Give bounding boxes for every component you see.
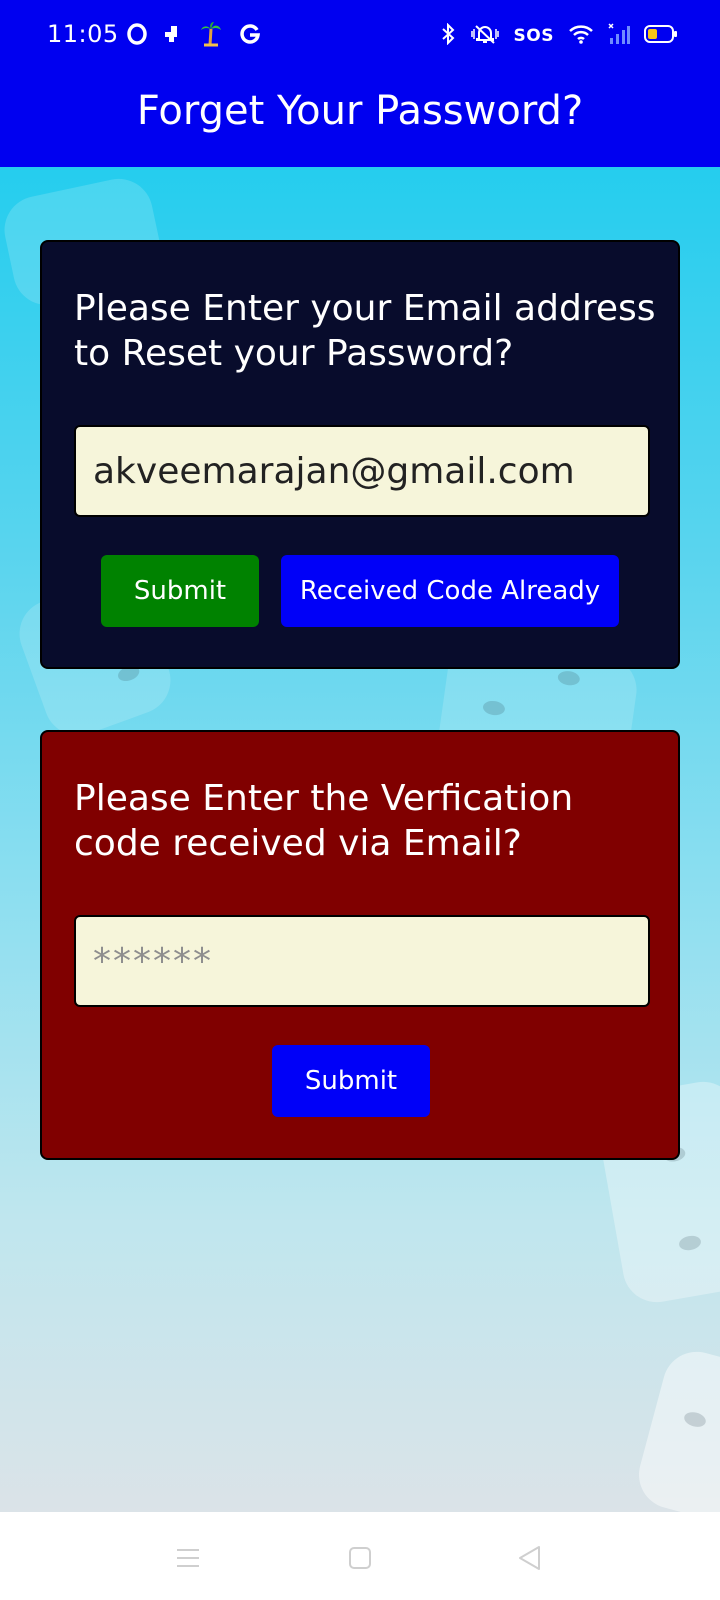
status-right-icons: SOS [440, 20, 678, 52]
status-bar: 11:05 SOS [0, 0, 720, 72]
wifi-icon [568, 23, 594, 49]
app-header: 11:05 SOS Forget Your Password? [0, 0, 720, 167]
bluetooth-icon [440, 22, 456, 49]
palm-tree-icon [199, 21, 223, 51]
google-icon [239, 23, 261, 49]
notification-app-icon [163, 24, 183, 48]
status-time: 11:05 [47, 20, 119, 48]
opera-icon [127, 23, 147, 49]
page-title: Forget Your Password? [136, 88, 584, 134]
menu-icon[interactable] [168, 1540, 208, 1576]
system-nav-bar [0, 1512, 720, 1600]
sos-label: SOS [513, 26, 554, 46]
code-submit-button[interactable]: Submit [272, 1045, 430, 1117]
battery-icon [644, 24, 678, 48]
email-input[interactable] [74, 425, 650, 517]
back-icon[interactable] [510, 1540, 550, 1576]
received-code-already-button[interactable]: Received Code Already [281, 555, 619, 627]
email-submit-button[interactable]: Submit [101, 555, 259, 627]
home-icon[interactable] [340, 1540, 380, 1576]
signal-icon [608, 23, 630, 49]
verification-code-card: Please Enter the Verfication code receiv… [40, 730, 680, 1160]
email-reset-card: Please Enter your Email address to Reset… [40, 240, 680, 669]
dice-decoration [631, 1344, 720, 1512]
status-left-icons [127, 20, 261, 52]
email-card-heading: Please Enter your Email address to Reset… [74, 288, 656, 374]
verification-code-input[interactable] [74, 915, 650, 1007]
code-card-heading: Please Enter the Verfication code receiv… [74, 778, 574, 864]
vibrate-icon [470, 23, 500, 49]
